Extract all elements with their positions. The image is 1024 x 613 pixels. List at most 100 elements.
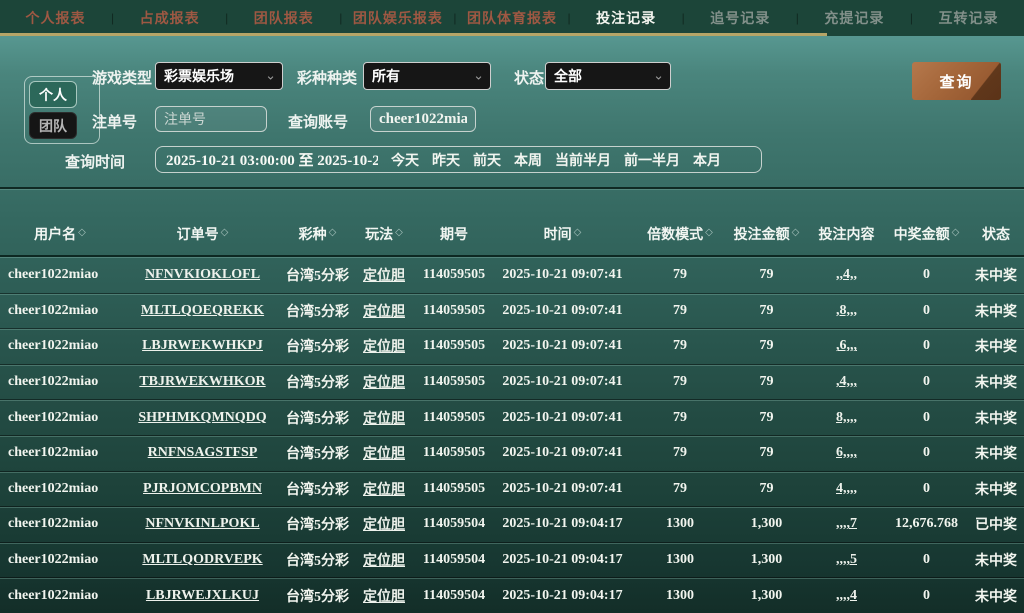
nav-tab-1[interactable]: 个人报表: [0, 8, 111, 28]
nav-tab-7[interactable]: 追号记录: [685, 8, 796, 28]
status-select[interactable]: 全部: [545, 62, 671, 90]
content-link[interactable]: ,8,,,: [836, 303, 857, 318]
game-type-select[interactable]: 彩票娱乐场: [155, 62, 283, 90]
play-link[interactable]: 定位胆: [363, 376, 405, 391]
query-account-input[interactable]: [370, 106, 476, 132]
column-header-time[interactable]: 时间 ◇: [490, 224, 635, 244]
play-link[interactable]: 定位胆: [363, 554, 405, 569]
quick-range-link[interactable]: 当前半月: [555, 150, 611, 170]
order-link[interactable]: SHPHMKQMNQDQ: [138, 410, 266, 425]
column-label: 玩法: [365, 226, 394, 242]
play-link[interactable]: 定位胆: [363, 269, 405, 284]
cell-win: 12,676.768: [895, 516, 958, 532]
play-link[interactable]: 定位胆: [363, 447, 405, 462]
cell-order: LBJRWEJXLKUJ: [120, 588, 285, 604]
scope-personal-button[interactable]: 个人: [29, 81, 77, 108]
content-link[interactable]: ,,4,,: [836, 267, 857, 282]
cell-amount: 1,300: [750, 587, 783, 603]
cell-username: cheer1022miao: [8, 587, 99, 603]
play-link[interactable]: 定位胆: [363, 412, 405, 427]
cell-win: 0: [923, 374, 930, 390]
status-select-wrap: 全部 ⌄: [545, 62, 671, 90]
cell-content: 4,,,,: [808, 481, 885, 497]
content-link[interactable]: ,6,,,: [836, 338, 857, 353]
play-link[interactable]: 定位胆: [363, 305, 405, 320]
scope-team-button[interactable]: 团队: [29, 112, 77, 139]
cell-win: 0: [923, 587, 930, 603]
cell-amount: 79: [759, 266, 774, 282]
cell-amount: 79: [759, 409, 774, 425]
column-header-lottery[interactable]: 彩种 ◇: [285, 224, 350, 244]
content-link[interactable]: 4,,,,: [836, 481, 857, 496]
cell-play: 定位胆: [350, 479, 418, 499]
content-link[interactable]: ,,,,5: [836, 552, 857, 567]
order-link[interactable]: TBJRWEKWHKOR: [139, 374, 265, 389]
lottery-category-select[interactable]: 所有: [363, 62, 491, 90]
order-link[interactable]: LBJRWEKWHKPJ: [142, 338, 263, 353]
game-type-label: 游戏类型: [92, 70, 153, 87]
order-link[interactable]: MLTLQODRVEPK: [142, 552, 262, 567]
column-label: 订单号: [176, 226, 219, 242]
quick-range-link[interactable]: 本周: [514, 150, 542, 170]
order-no-input[interactable]: [155, 106, 267, 132]
nav-tab-9[interactable]: 互转记录: [913, 8, 1024, 28]
column-header-play[interactable]: 玩法 ◇: [350, 224, 418, 244]
cell-content: ,,,,7: [808, 516, 885, 532]
order-link[interactable]: LBJRWEJXLKUJ: [146, 588, 259, 603]
play-link[interactable]: 定位胆: [363, 340, 405, 355]
order-link[interactable]: NFNVKIOKLOFL: [145, 267, 260, 282]
play-link[interactable]: 定位胆: [363, 483, 405, 498]
cell-status: 未中奖: [975, 482, 1017, 498]
column-header-multiple[interactable]: 倍数模式 ◇: [635, 224, 725, 244]
cell-status: 未中奖: [975, 376, 1017, 392]
cell-win: 0: [923, 338, 930, 354]
play-link[interactable]: 定位胆: [363, 590, 405, 605]
column-header-username[interactable]: 用户名 ◇: [0, 224, 120, 244]
content-link[interactable]: 8,,,,: [836, 410, 857, 425]
quick-range-link[interactable]: 本月: [693, 150, 721, 170]
cell-username: cheer1022miao: [8, 409, 99, 425]
order-link[interactable]: NFNVKINLPOKL: [145, 516, 259, 531]
content-link[interactable]: 6,,,,: [836, 445, 857, 460]
cell-issue: 114059504: [422, 552, 486, 568]
cell-content: ,6,,,: [808, 338, 885, 354]
nav-tab-4[interactable]: 团队娱乐报表: [342, 8, 453, 28]
play-link[interactable]: 定位胆: [363, 518, 405, 533]
cell-issue: 114059505: [422, 338, 486, 354]
cell-play: 定位胆: [350, 336, 418, 356]
content-link[interactable]: ,4,,,: [836, 374, 857, 389]
quick-range-link[interactable]: 今天: [391, 150, 419, 170]
nav-tab-8[interactable]: 充提记录: [799, 8, 910, 28]
query-button[interactable]: 查询: [912, 62, 1001, 100]
content-link[interactable]: ,,,,4: [836, 588, 857, 603]
column-header-amount[interactable]: 投注金额 ◇: [725, 224, 808, 244]
nav-tab-6[interactable]: 投注记录: [571, 8, 682, 28]
nav-tab-3[interactable]: 团队报表: [228, 8, 339, 28]
order-link[interactable]: PJRJOMCOPBMN: [143, 481, 262, 496]
column-label: 用户名: [34, 226, 77, 242]
cell-amount: 79: [759, 302, 774, 318]
order-link[interactable]: MLTLQOEQREKK: [141, 303, 264, 318]
cell-order: MLTLQODRVEPK: [120, 552, 285, 568]
cell-time: 2025-10-21 09:07:41: [502, 302, 623, 318]
cell-time: 2025-10-21 09:07:41: [502, 374, 623, 390]
table-row: cheer1022miao NFNVKIOKLOFL 台湾5分彩 定位胆 1140595…: [0, 257, 1024, 293]
time-range-value[interactable]: 2025-10-21 03:00:00 至 2025-10-22 03:00:0…: [166, 149, 378, 170]
quick-range-link[interactable]: 昨天: [432, 150, 460, 170]
cell-order: RNFNSAGSTFSP: [120, 445, 285, 461]
table-header: 用户名 ◇ 订单号 ◇ 彩种 ◇ 玩法 ◇ 期号 时间 ◇ 倍数模式 ◇ 投注金额 ◇ 投注内容 中奖金额 ◇ 状态: [0, 189, 1024, 257]
quick-range-link[interactable]: 前一半月: [624, 150, 680, 170]
nav-tab-2[interactable]: 占成报表: [114, 8, 225, 28]
content-link[interactable]: ,,,,7: [836, 516, 857, 531]
cell-play: 定位胆: [350, 443, 418, 463]
cell-amount: 79: [759, 480, 774, 496]
table-row: cheer1022miao RNFNSAGSTFSP 台湾5分彩 定位胆 1140595…: [0, 434, 1024, 471]
cell-lottery: 台湾5分彩: [286, 589, 349, 605]
column-header-order[interactable]: 订单号 ◇: [120, 224, 285, 244]
nav-tab-5[interactable]: 团队体育报表: [457, 8, 568, 28]
table-row: cheer1022miao TBJRWEKWHKOR 台湾5分彩 定位胆 1140595…: [0, 363, 1024, 400]
quick-range-link[interactable]: 前天: [473, 150, 501, 170]
column-header-win[interactable]: 中奖金额 ◇: [885, 224, 968, 244]
order-link[interactable]: RNFNSAGSTFSP: [148, 445, 258, 460]
cell-username: cheer1022miao: [8, 552, 99, 568]
